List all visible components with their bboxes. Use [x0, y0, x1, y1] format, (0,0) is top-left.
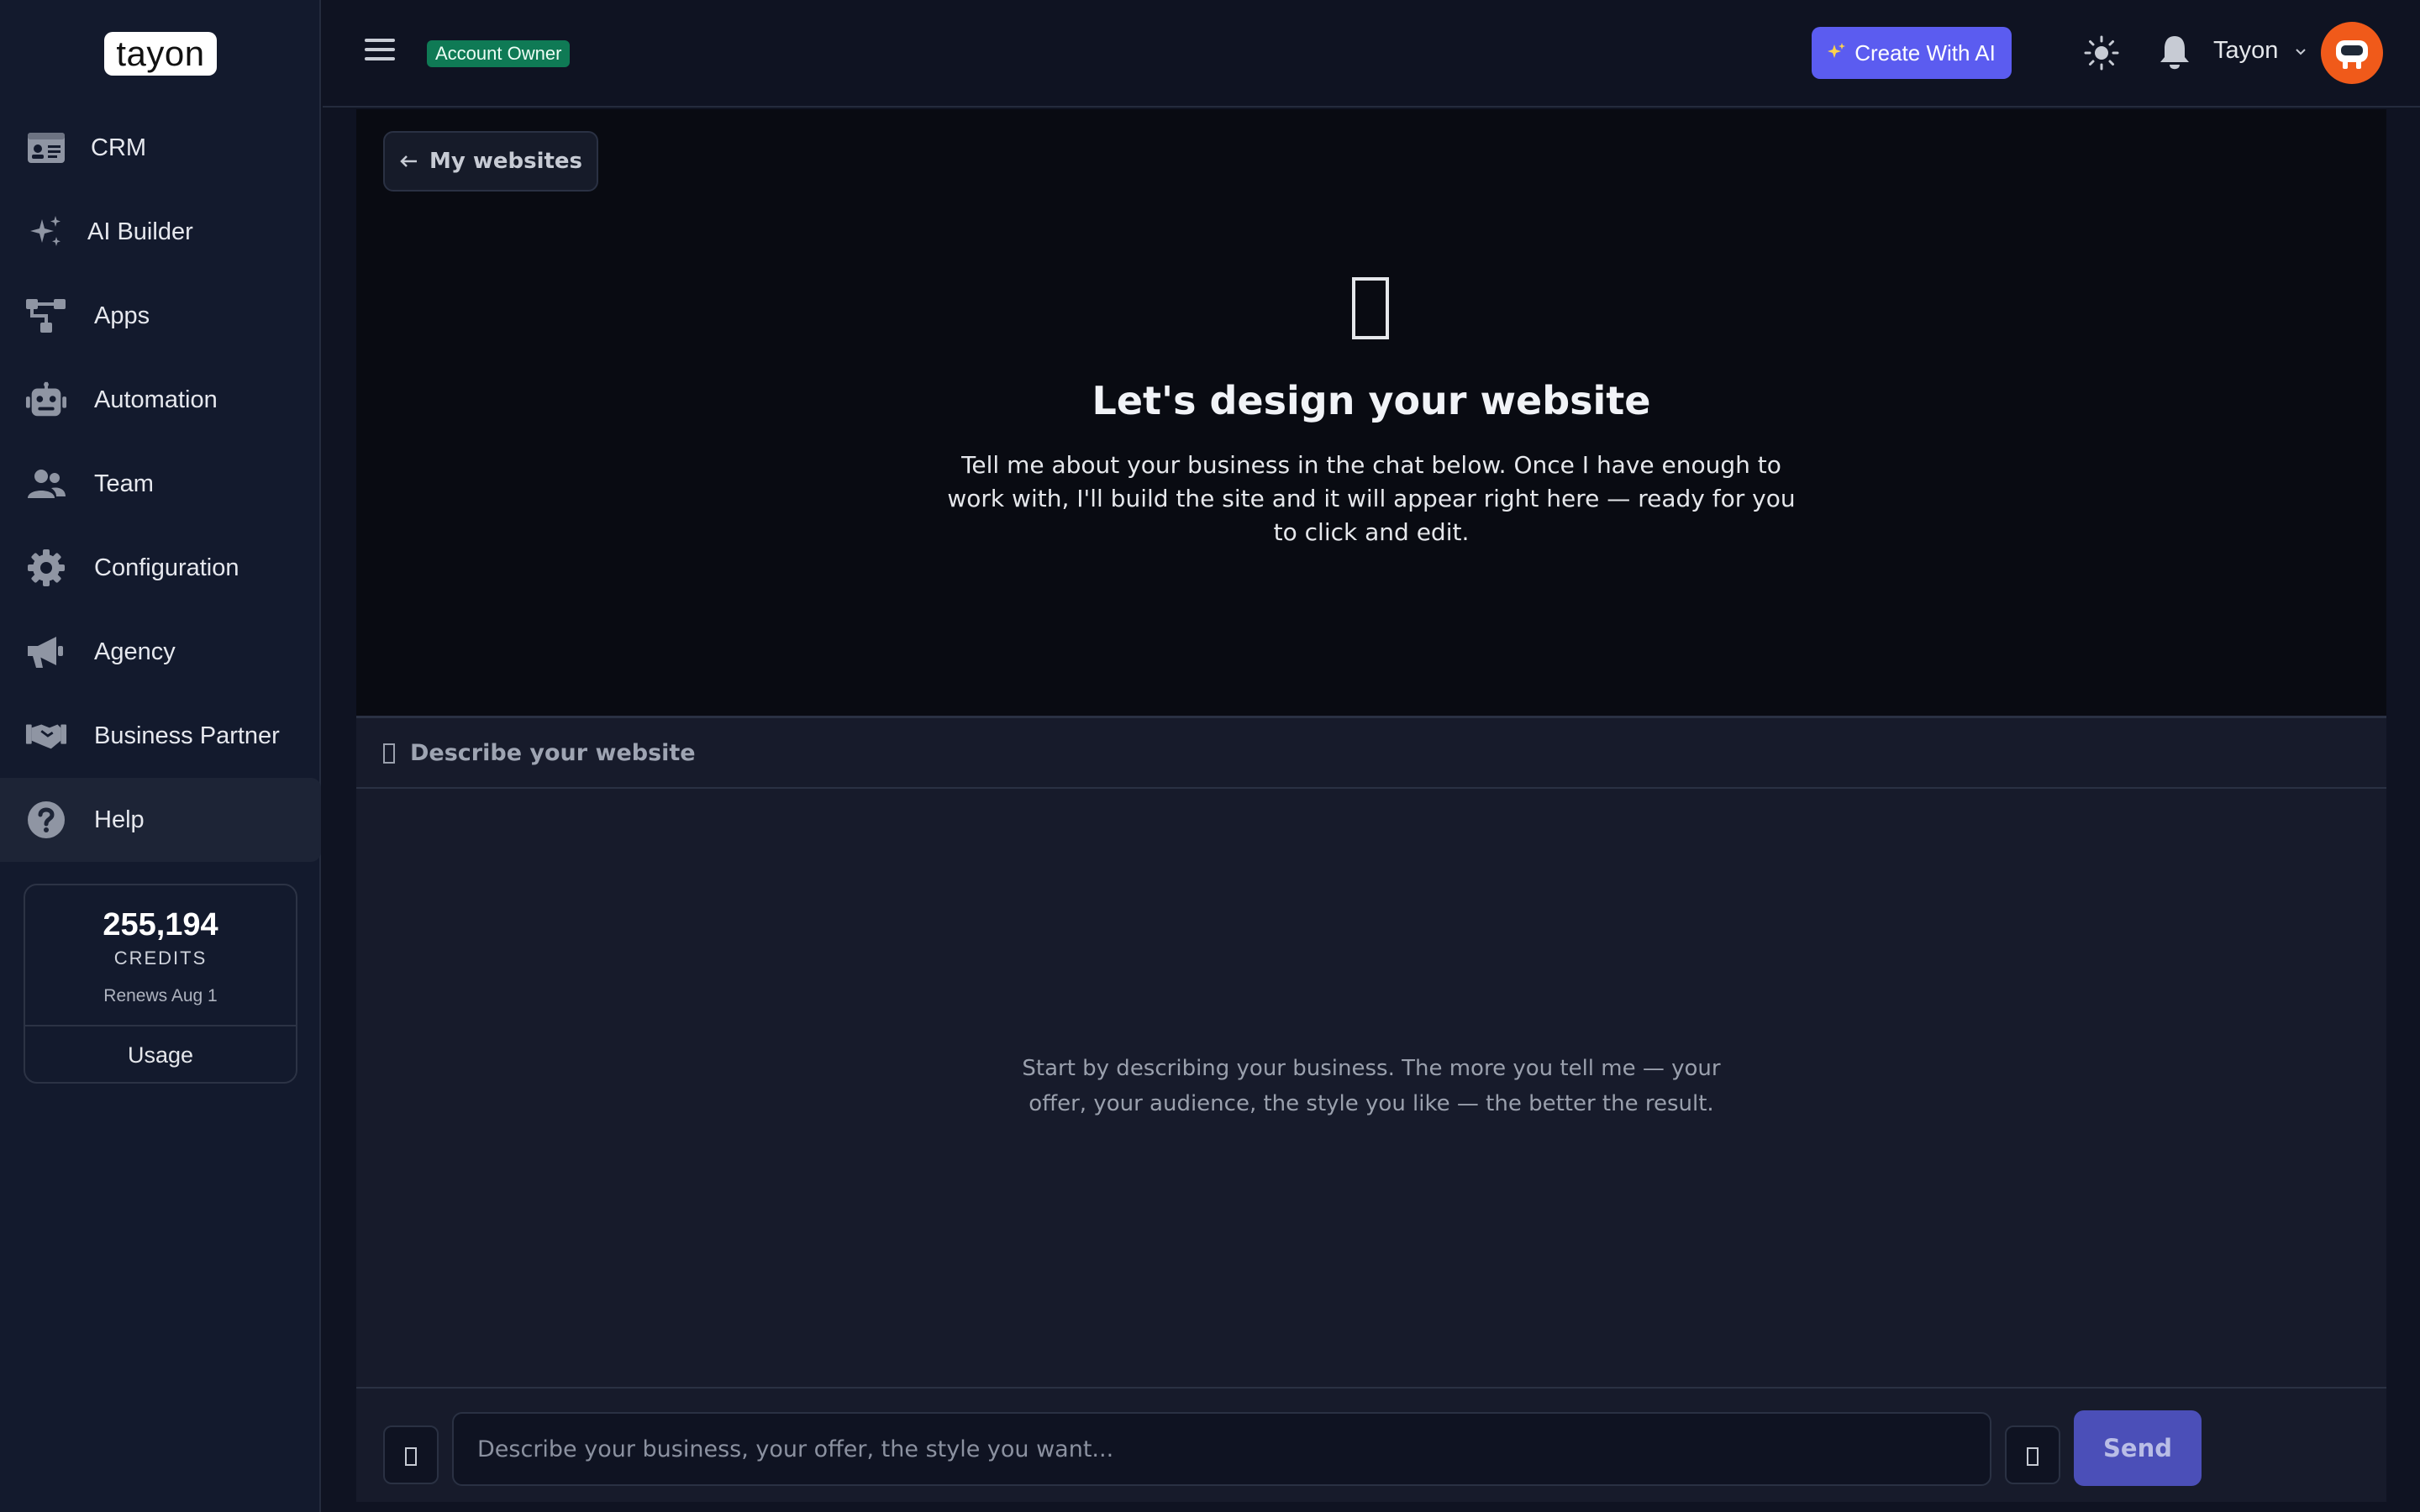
website-preview: My websites Let's design your website Te… [356, 109, 2386, 716]
placeholder-icon [1352, 277, 1389, 339]
sidebar-item-ai-builder[interactable]: AI Builder [0, 190, 321, 274]
sitemap-icon [25, 295, 67, 337]
megaphone-icon [25, 631, 67, 673]
send-button[interactable]: Send [2074, 1410, 2202, 1486]
sidebar-item-crm[interactable]: CRM [0, 106, 321, 190]
sidebar-item-label: Configuration [94, 554, 239, 581]
sidebar-item-agency[interactable]: Agency [0, 610, 321, 694]
chevron-down-icon[interactable] [2294, 45, 2307, 59]
sidebar-item-configuration[interactable]: Configuration [0, 526, 321, 610]
sparkles-icon [25, 211, 67, 253]
avatar[interactable] [2321, 22, 2383, 84]
users-icon [25, 463, 67, 505]
chat-composer: Send [356, 1387, 2386, 1504]
sidebar-item-label: Agency [94, 638, 176, 665]
robot-icon [25, 379, 67, 421]
sidebar-item-label: Team [94, 470, 154, 497]
sidebar-item-team[interactable]: Team [0, 442, 321, 526]
credits-amount: 255,194 [103, 907, 218, 942]
chat-header: Describe your website [356, 718, 2386, 789]
chat-header-label: Describe your website [410, 740, 696, 766]
back-to-my-websites-button[interactable]: My websites [383, 131, 598, 192]
menu-icon[interactable] [365, 39, 395, 66]
sparkles-icon [1828, 40, 1846, 66]
id-card-icon [25, 127, 67, 169]
user-name[interactable]: Tayon [2213, 37, 2278, 65]
create-with-ai-label: Create With AI [1854, 39, 1996, 66]
voice-button[interactable] [2005, 1425, 2060, 1484]
attach-icon [405, 1447, 417, 1466]
chat-input[interactable] [452, 1412, 1991, 1486]
sidebar-item-label: Apps [94, 302, 150, 329]
create-with-ai-button[interactable]: Create With AI [1812, 27, 2012, 79]
handshake-icon [25, 715, 67, 757]
sidebar-item-apps[interactable]: Apps [0, 274, 321, 358]
sidebar-item-automation[interactable]: Automation [0, 358, 321, 442]
sidebar-item-label: CRM [91, 134, 147, 161]
sidebar-item-label: Automation [94, 386, 218, 413]
attach-button[interactable] [383, 1425, 439, 1484]
credits-unit: CREDITS [113, 948, 208, 969]
sidebar-item-label: Help [94, 806, 145, 833]
chat-icon [383, 743, 395, 764]
credits-renewal: Renews Aug 1 [103, 986, 218, 1005]
tayon-logo[interactable]: tayon [104, 32, 217, 76]
credits-card: 255,194 CREDITS Renews Aug 1 Usage [24, 884, 297, 1084]
chat-empty-state: Start by describing your business. The m… [1022, 1056, 1721, 1116]
preview-description: Tell me about your business in the chat … [947, 451, 1796, 546]
role-badge: Account Owner [427, 40, 571, 67]
sidebar-item-label: AI Builder [87, 218, 193, 245]
sidebar: tayon CRM AI Builder Apps Automation Tea… [0, 0, 321, 1512]
gear-icon [25, 547, 67, 589]
back-label: My websites [429, 149, 583, 174]
sidebar-item-help[interactable]: Help [0, 778, 321, 862]
usage-button[interactable]: Usage [25, 1026, 296, 1084]
chat-panel: Describe your website Start by describin… [356, 716, 2386, 1502]
theme-toggle-sun-icon[interactable] [2084, 35, 2119, 71]
microphone-icon [2027, 1447, 2039, 1466]
sidebar-item-business-partner[interactable]: Business Partner [0, 694, 321, 778]
preview-title: Let's design your website [1092, 378, 1651, 423]
bell-icon[interactable] [2158, 34, 2193, 71]
question-circle-icon [25, 799, 67, 841]
top-bar: Account Owner Create With AI Tayon [323, 0, 2420, 108]
sidebar-item-label: Business Partner [94, 722, 280, 749]
arrow-left-icon [399, 149, 418, 174]
